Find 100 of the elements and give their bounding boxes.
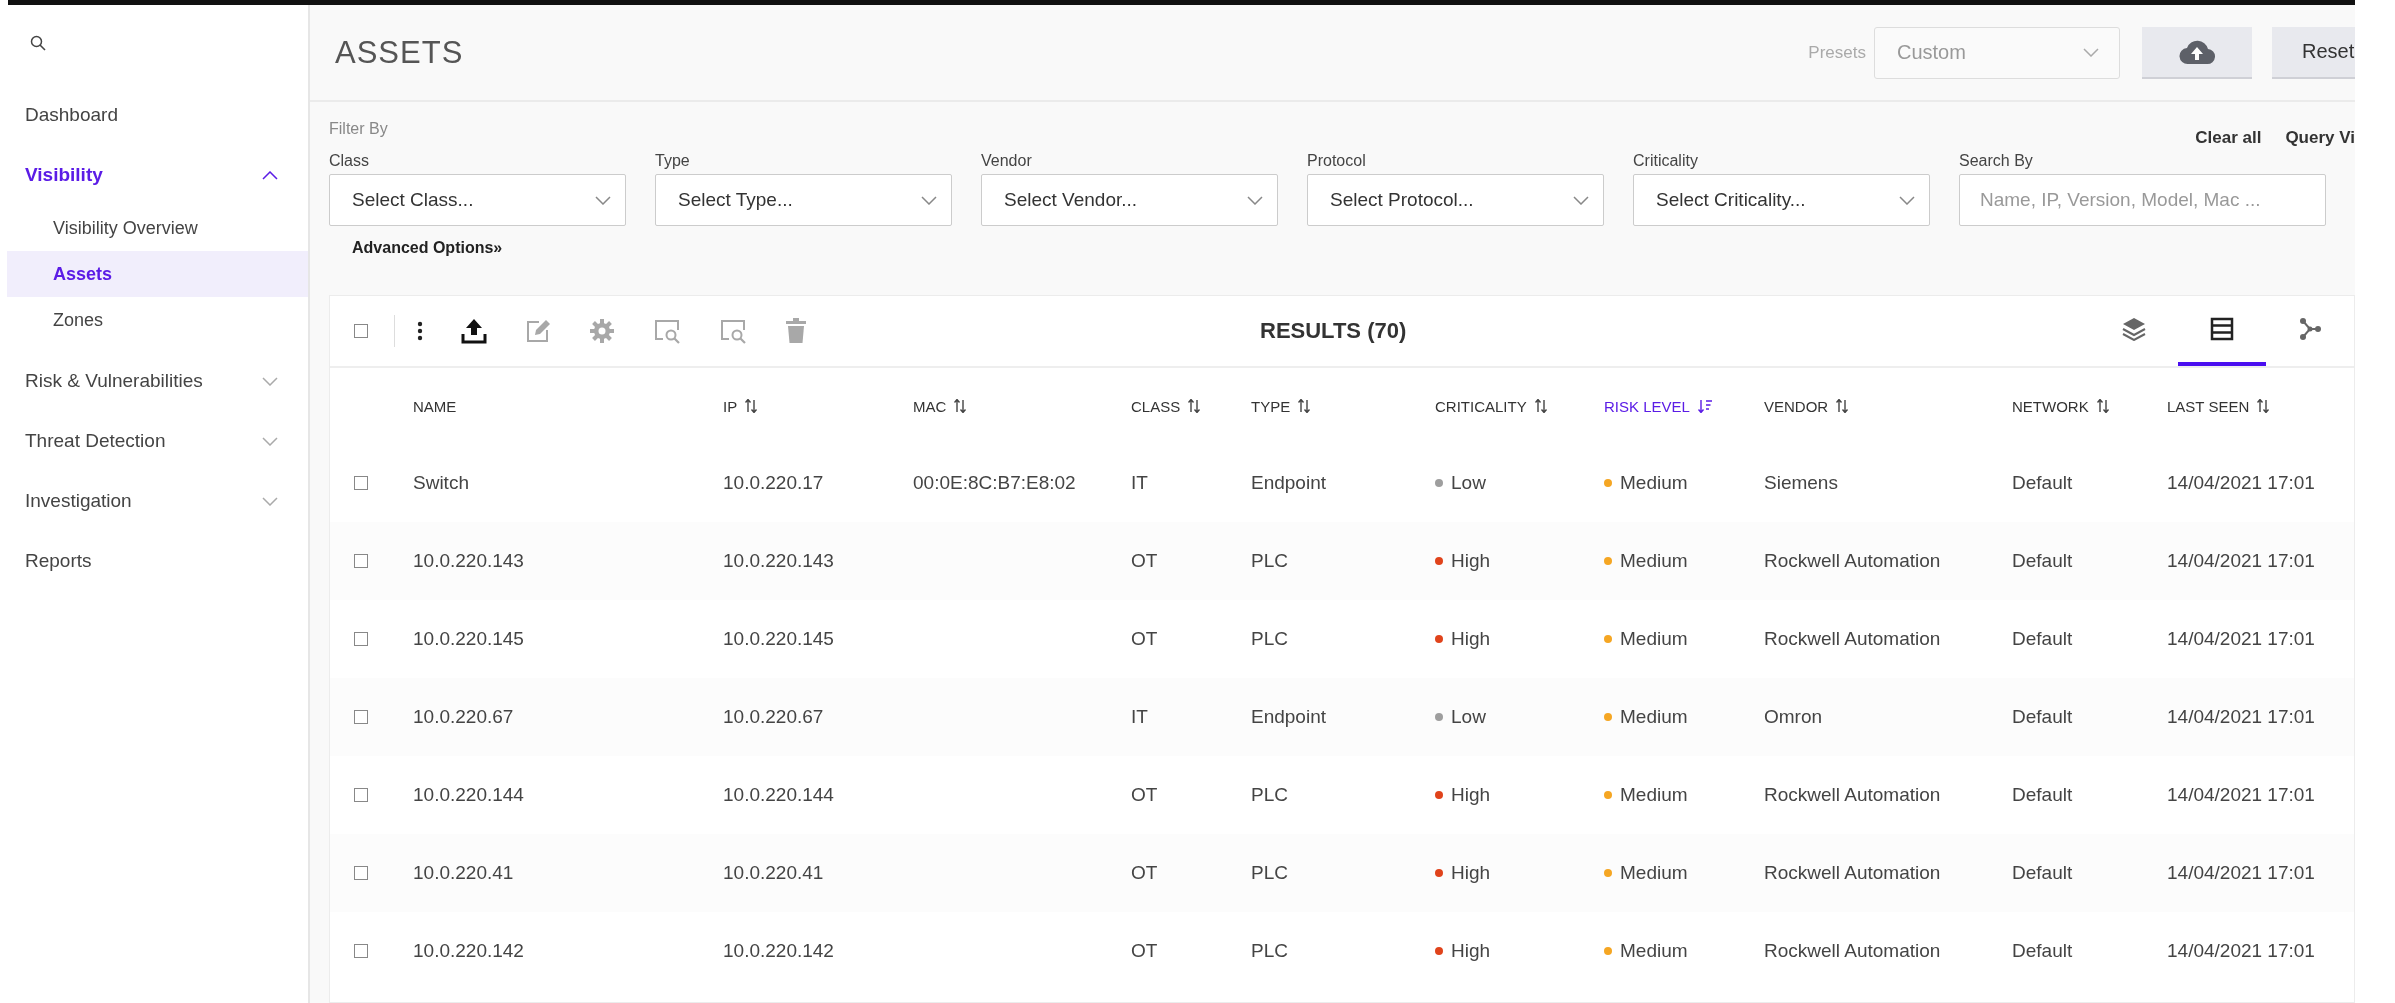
- column-header[interactable]: MAC: [913, 397, 1131, 415]
- more-icon[interactable]: [417, 321, 423, 341]
- checkbox[interactable]: [354, 866, 368, 880]
- table-cell-text: 10.0.220.145: [413, 628, 525, 650]
- table-cell-text: 14/04/2021 17:01: [2167, 550, 2316, 572]
- sort-icon: [954, 399, 969, 413]
- table-cell-text: Rockwell Automation: [1764, 940, 1942, 962]
- column-header[interactable]: RISK LEVEL: [1604, 397, 1764, 415]
- layers-icon: [2122, 317, 2146, 341]
- table-cell-text: Default: [2012, 784, 2074, 806]
- reset-button[interactable]: Reset: [2272, 26, 2355, 79]
- chevron-down-icon: [1899, 195, 1915, 205]
- table-cell-text: PLC: [1251, 784, 1289, 806]
- table-cell-text: IT: [1131, 706, 1149, 728]
- advanced-options-link[interactable]: Advanced Options»: [352, 239, 503, 257]
- sort-icon: [1534, 399, 1549, 413]
- chevron-down-icon: [595, 195, 611, 205]
- nav-item[interactable]: Dashboard: [0, 85, 308, 145]
- nav-subitem[interactable]: Visibility Overview: [7, 205, 308, 251]
- column-header[interactable]: CLASS: [1131, 397, 1251, 415]
- sort-icon: [745, 399, 760, 413]
- checkbox[interactable]: [354, 324, 368, 338]
- table-cell-text: OT: [1131, 784, 1159, 806]
- table-cell-text: 14/04/2021 17:01: [2167, 628, 2316, 650]
- nav-item[interactable]: Investigation: [0, 471, 308, 531]
- table-cell-text: Rockwell Automation: [1764, 628, 1942, 650]
- upload-icon[interactable]: [461, 318, 487, 344]
- table-cell-text: Rockwell Automation: [1764, 784, 1942, 806]
- sort-icon: [1836, 399, 1851, 413]
- select-dropdown[interactable]: Select Vendor...: [981, 174, 1278, 226]
- select-dropdown[interactable]: Select Class...: [329, 174, 626, 226]
- column-header[interactable]: LAST SEEN: [2167, 397, 2337, 415]
- column-header[interactable]: NAME: [413, 397, 723, 415]
- table-cell: Medium: [1620, 940, 1688, 962]
- checkbox[interactable]: [354, 788, 368, 802]
- upload-button[interactable]: [2142, 26, 2252, 79]
- nav-item[interactable]: Visibility: [0, 145, 308, 205]
- table-cell-text: Default: [2012, 628, 2074, 650]
- graph-icon: [2298, 317, 2322, 341]
- query-view-link[interactable]: Query Vi: [2285, 128, 2355, 148]
- table-cell-text: Default: [2012, 706, 2074, 728]
- select-dropdown[interactable]: Select Criticality...: [1633, 174, 1930, 226]
- filter-heading: Filter By: [329, 120, 388, 138]
- table-cell-text: OT: [1131, 628, 1159, 650]
- table-cell-text: Rockwell Automation: [1764, 550, 1942, 572]
- table-cell-text: 10.0.220.144: [723, 784, 835, 806]
- checkbox[interactable]: [354, 710, 368, 724]
- table-cell-text: 14/04/2021 17:01: [2167, 706, 2316, 728]
- select-dropdown[interactable]: Select Type...: [655, 174, 952, 226]
- nav-subitem[interactable]: Zones: [7, 297, 308, 343]
- sort-icon: [2096, 399, 2111, 413]
- table-cell-text: 10.0.220.41: [723, 862, 825, 884]
- table-cell: Medium: [1620, 862, 1688, 884]
- table-cell-text: 10.0.220.67: [723, 706, 825, 728]
- nav-item[interactable]: Threat Detection: [0, 411, 308, 471]
- table-cell: High: [1451, 784, 1491, 806]
- select-dropdown[interactable]: Select Protocol...: [1307, 174, 1604, 226]
- nav-item[interactable]: Risk & Vulnerabilities: [0, 351, 308, 411]
- results-title: RESULTS (70): [1260, 318, 1407, 344]
- table-cell: Medium: [1620, 472, 1688, 494]
- table-cell: High: [1451, 628, 1491, 650]
- table-cell: Low: [1451, 706, 1486, 728]
- table-cell: Medium: [1620, 706, 1688, 728]
- table-cell: High: [1451, 862, 1491, 884]
- column-header[interactable]: NETWORK: [2012, 397, 2167, 415]
- checkbox[interactable]: [354, 944, 368, 958]
- field-label: Class: [329, 152, 370, 170]
- sort-descending-icon: [1697, 399, 1712, 413]
- search-field[interactable]: Name, IP, Version, Model, Mac ...: [1959, 174, 2326, 226]
- checkbox[interactable]: [354, 632, 368, 646]
- clear-all-link[interactable]: Clear all: [2195, 128, 2262, 148]
- table-cell-text: PLC: [1251, 862, 1289, 884]
- table-cell: Medium: [1620, 628, 1688, 650]
- presets-label: Presets: [1808, 42, 1866, 63]
- table-cell-text: 10.0.220.41: [413, 862, 515, 884]
- table-cell-text: Default: [2012, 862, 2074, 884]
- checkbox[interactable]: [354, 554, 368, 568]
- nav-subitem[interactable]: Assets: [7, 251, 308, 297]
- table-cell-text: 14/04/2021 17:01: [2167, 472, 2316, 494]
- column-header[interactable]: TYPE: [1251, 397, 1435, 415]
- column-header[interactable]: CRITICALITY: [1435, 397, 1604, 415]
- table-cell-text: PLC: [1251, 628, 1289, 650]
- sort-icon: [1298, 399, 1313, 413]
- checkbox[interactable]: [354, 476, 368, 490]
- chevron-down-icon: [921, 195, 937, 205]
- nav-item[interactable]: Reports: [0, 531, 308, 591]
- table-cell-text: PLC: [1251, 550, 1289, 572]
- column-header[interactable]: IP: [723, 397, 913, 415]
- table-cell-text: Switch: [413, 472, 470, 494]
- sort-icon: [1188, 399, 1203, 413]
- field-label: Vendor: [981, 152, 1033, 170]
- table-cell-text: Endpoint: [1251, 706, 1327, 728]
- search-icon[interactable]: [30, 35, 46, 51]
- column-header[interactable]: VENDOR: [1764, 397, 2012, 415]
- table-cell-text: 00:0E:8C:B7:E8:02: [913, 472, 1077, 494]
- table-cell-text: PLC: [1251, 940, 1289, 962]
- field-label: Criticality: [1633, 152, 1699, 170]
- chevron-down-icon: [2083, 48, 2099, 57]
- table-cell-text: 10.0.220.142: [413, 940, 525, 962]
- table-cell-text: 14/04/2021 17:01: [2167, 784, 2316, 806]
